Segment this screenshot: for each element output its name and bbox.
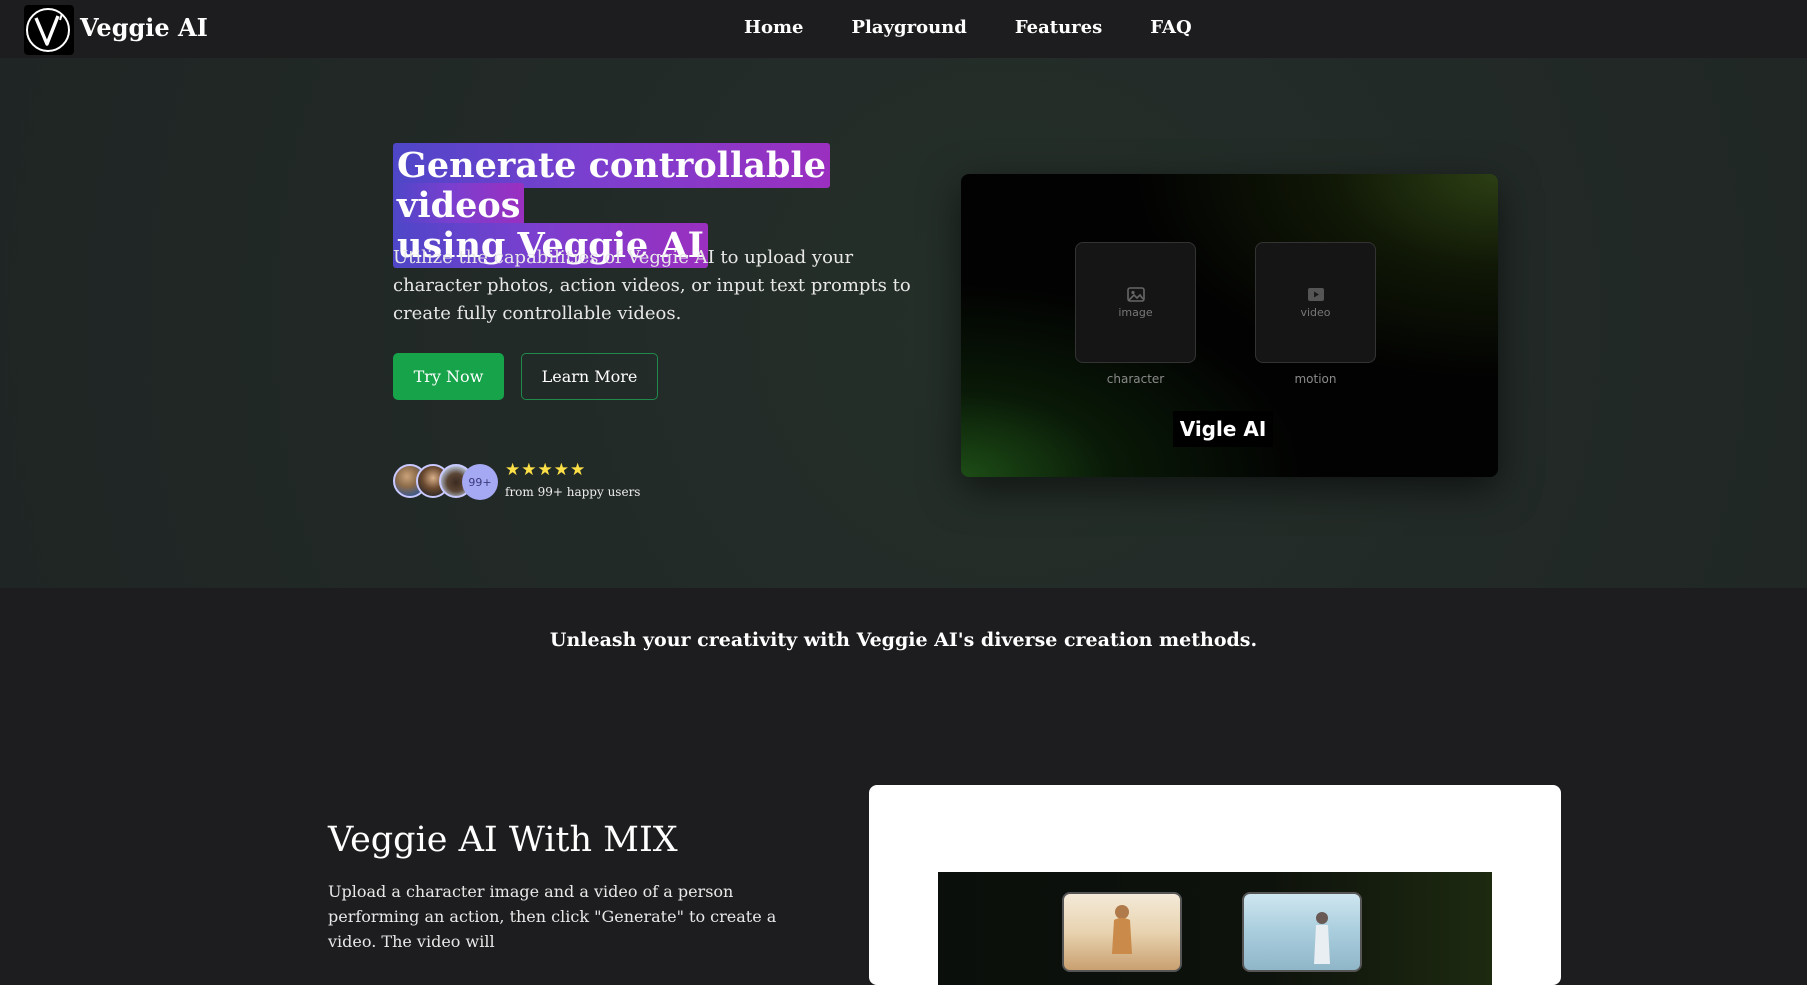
logo-icon[interactable]	[24, 5, 74, 55]
nav-links: Home Playground Features FAQ	[744, 17, 1240, 38]
learn-more-button[interactable]: Learn More	[521, 353, 658, 400]
avatar-count-badge: 99+	[462, 464, 498, 500]
image-upload-slot[interactable]: image	[1075, 242, 1196, 363]
video-icon	[1307, 287, 1324, 301]
image-slot-label: image	[1118, 305, 1153, 319]
mix-section-title: Veggie AI With MIX	[328, 820, 678, 860]
nav-home[interactable]: Home	[744, 17, 804, 38]
image-icon	[1126, 286, 1145, 302]
motion-caption: motion	[1294, 372, 1337, 386]
section-tagline: Unleash your creativity with Veggie AI's…	[549, 629, 1258, 651]
hero-subtitle: Utilize the capabilities of Veggie AI to…	[393, 247, 911, 324]
nav-faq[interactable]: FAQ	[1150, 17, 1191, 38]
avatar-group: 99+	[393, 464, 503, 502]
mix-section-description: Upload a character image and a video of …	[328, 882, 777, 951]
preview-card: image video character motion Vigle AI	[961, 174, 1498, 477]
hero-section: Generate controllable videos using Veggi…	[0, 58, 1807, 588]
motion-figure-icon	[1314, 912, 1330, 964]
mix-demo-card	[869, 785, 1561, 985]
rating-stars: ★★★★★	[505, 460, 587, 480]
character-thumbnail	[1062, 892, 1182, 972]
video-slot-label: video	[1300, 305, 1331, 319]
character-caption: character	[1106, 372, 1165, 386]
nav-features[interactable]: Features	[1015, 17, 1102, 38]
happy-users-text: from 99+ happy users	[505, 485, 641, 499]
character-figure-icon	[1112, 905, 1132, 954]
try-now-button[interactable]: Try Now	[393, 353, 504, 400]
video-upload-slot[interactable]: video	[1255, 242, 1376, 363]
top-nav: Veggie AI Home Playground Features FAQ	[0, 0, 1807, 58]
nav-playground[interactable]: Playground	[852, 17, 967, 38]
brand-name[interactable]: Veggie AI	[80, 13, 208, 42]
motion-thumbnail	[1242, 892, 1362, 972]
preview-brand-text: Vigle AI	[1173, 411, 1273, 447]
hero-title-line1: Generate controllable videos	[393, 143, 830, 228]
mix-demo-preview	[938, 872, 1492, 985]
